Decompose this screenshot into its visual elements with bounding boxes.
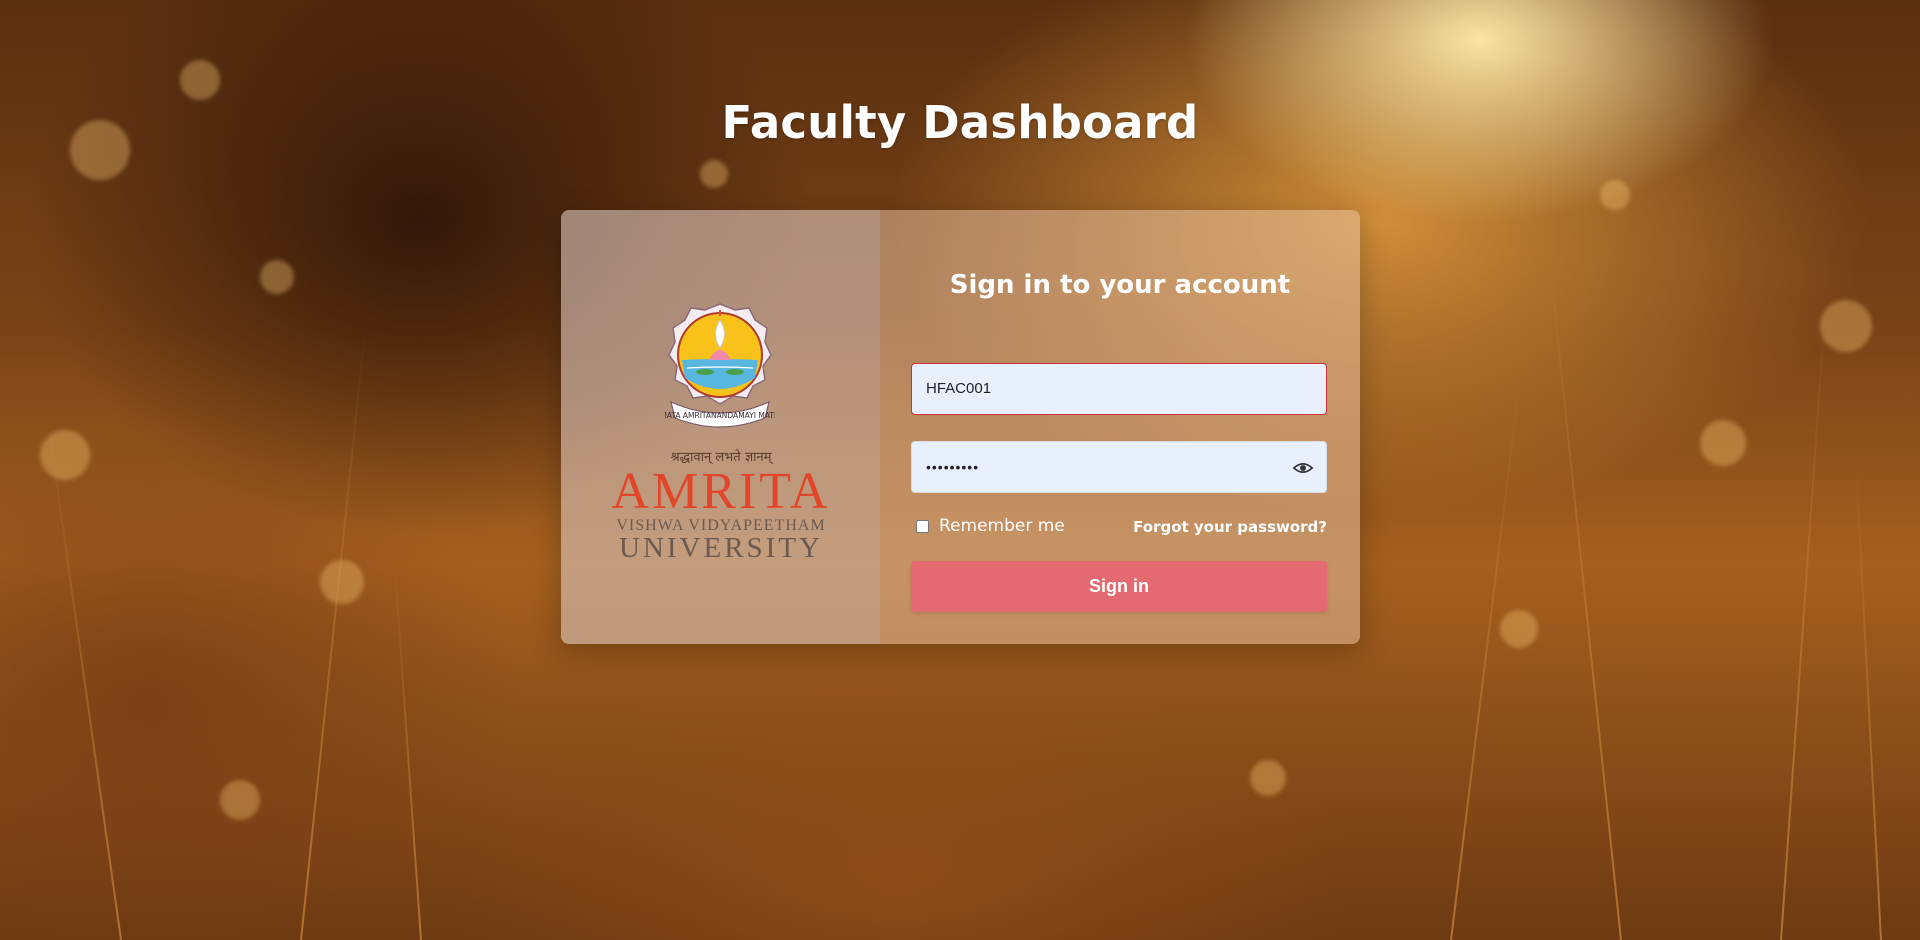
signin-heading: Sign in to your account bbox=[949, 270, 1291, 300]
grass-stem bbox=[393, 560, 422, 940]
seal-banner-text: MATA AMRITANANDAMAYI MATH bbox=[665, 411, 775, 420]
university-logo: MATA AMRITANANDAMAYI MATH श्रद्धावान् लभ… bbox=[593, 300, 849, 564]
login-form: Sign in to your account HFAC001 ••••••••… bbox=[880, 210, 1360, 644]
bokeh-light bbox=[260, 260, 294, 294]
remember-me-label[interactable]: Remember me bbox=[939, 516, 1065, 536]
bokeh-light bbox=[1600, 180, 1630, 210]
remember-me-checkbox[interactable] bbox=[916, 519, 929, 533]
bokeh-light bbox=[700, 160, 728, 188]
grass-stem bbox=[1780, 301, 1827, 940]
bokeh-light bbox=[180, 60, 220, 100]
login-card: MATA AMRITANANDAMAYI MATH श्रद्धावान् लभ… bbox=[561, 210, 1360, 644]
remember-me[interactable]: Remember me bbox=[916, 516, 1065, 536]
logo-name-amrita: AMRITA bbox=[611, 463, 831, 520]
username-input[interactable]: HFAC001 bbox=[911, 363, 1327, 415]
password-value: ••••••••• bbox=[926, 459, 980, 475]
eye-icon[interactable] bbox=[1292, 457, 1314, 479]
grass-stem bbox=[1546, 243, 1622, 940]
signin-button[interactable]: Sign in bbox=[911, 561, 1327, 612]
bokeh-light bbox=[220, 780, 260, 820]
logo-name-university: UNIVERSITY bbox=[619, 532, 823, 564]
bokeh-light bbox=[1700, 420, 1746, 466]
forgot-password-link[interactable]: Forgot your password? bbox=[1133, 518, 1327, 536]
bokeh-light bbox=[320, 560, 364, 604]
seal-icon: MATA AMRITANANDAMAYI MATH bbox=[665, 303, 775, 428]
grass-stem bbox=[1450, 384, 1521, 940]
logo-panel: MATA AMRITANANDAMAYI MATH श्रद्धावान् लभ… bbox=[561, 210, 880, 644]
bokeh-light bbox=[40, 430, 90, 480]
bokeh-light bbox=[1820, 300, 1872, 352]
page-title: Faculty Dashboard bbox=[721, 96, 1199, 149]
grass-stem bbox=[1854, 460, 1882, 940]
password-input[interactable]: ••••••••• bbox=[911, 441, 1327, 493]
bokeh-light bbox=[1500, 610, 1538, 648]
username-value: HFAC001 bbox=[926, 380, 992, 397]
bokeh-light bbox=[1250, 760, 1286, 796]
grass-stem bbox=[300, 323, 367, 940]
grass-stem bbox=[47, 424, 122, 940]
